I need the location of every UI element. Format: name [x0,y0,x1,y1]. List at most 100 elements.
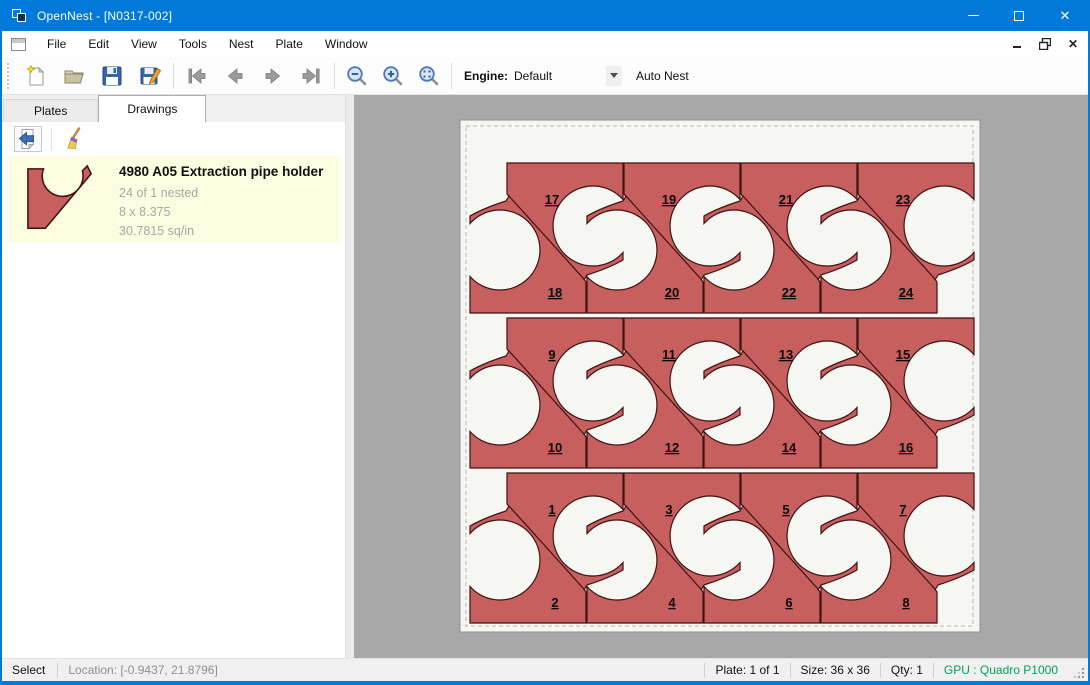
zoom-in-icon [382,65,404,87]
part-number-label: 7 [899,502,906,517]
close-icon: ✕ [1060,9,1071,22]
engine-dropdown[interactable]: Default [514,65,622,87]
part-number-label: 20 [665,285,679,300]
status-size: Size: 36 x 36 [791,663,880,677]
menu-item-tools[interactable]: Tools [168,33,218,55]
part-number-label: 17 [545,192,559,207]
auto-nest-button[interactable]: Auto Nest [636,69,689,83]
status-plate: Plate: 1 of 1 [705,663,789,677]
part-thumbnail [17,163,105,236]
menu-item-view[interactable]: View [120,33,168,55]
nest-drawing: 171819202122232491011121314151612345678 [354,95,1088,658]
first-plate-button[interactable] [178,61,216,91]
drawing-area: 30.7815 sq/in [119,222,323,241]
minimize-button[interactable] [950,0,996,31]
last-plate-button[interactable] [292,61,330,91]
part-number-label: 12 [665,440,679,455]
status-mode: Select [2,663,57,677]
new-document-button[interactable] [17,61,55,91]
drawing-title: 4980 A05 Extraction pipe holder [119,164,323,179]
previous-plate-button[interactable] [216,61,254,91]
drawing-size: 8 x 8.375 [119,203,323,222]
maximize-icon [1014,11,1024,21]
zoom-fit-icon [418,65,440,87]
part-number-label: 9 [548,347,555,362]
minimize-icon [968,15,979,16]
zoom-in-button[interactable] [375,61,411,91]
part-number-label: 16 [899,440,913,455]
part-number-label: 24 [899,285,914,300]
panel-tabs: PlatesDrawings [2,95,345,122]
app-icon [12,9,28,23]
toolbar-grip[interactable] [6,62,11,90]
mdi-restore-button[interactable] [1038,37,1052,51]
open-file-icon [63,65,85,87]
menu-item-file[interactable]: File [36,33,77,55]
toolbar-separator [451,63,452,89]
part-number-label: 13 [779,347,793,362]
status-location: Location: [-0.9437, 21.8796] [58,663,227,677]
menu-item-nest[interactable]: Nest [218,33,265,55]
mdi-document-icon[interactable] [11,38,26,51]
toolbar-separator [173,63,174,89]
drawing-nested-count: 24 of 1 nested [119,184,323,203]
save-as-button[interactable] [131,61,169,91]
status-gpu: GPU : Quadro P1000 [934,663,1068,677]
part-number-label: 22 [782,285,796,300]
drawings-toolbar [2,122,345,154]
next-plate-icon [262,65,284,87]
zoom-out-icon [346,65,368,87]
drawing-list-item[interactable]: 4980 A05 Extraction pipe holder 24 of 1 … [9,156,339,243]
send-to-drawing-icon [17,128,39,150]
maximize-button[interactable] [996,0,1042,31]
part-number-label: 10 [548,440,562,455]
status-qty: Qty: 1 [881,663,933,677]
menu-item-window[interactable]: Window [314,33,379,55]
open-file-button[interactable] [55,61,93,91]
zoom-fit-button[interactable] [411,61,447,91]
part-number-label: 14 [782,440,797,455]
first-plate-icon [186,65,208,87]
chevron-down-icon [610,73,618,78]
menu-item-edit[interactable]: Edit [77,33,120,55]
drawings-list: 4980 A05 Extraction pipe holder 24 of 1 … [2,154,345,658]
title-bar[interactable]: OpenNest - [N0317-002] ✕ [2,0,1088,31]
send-to-drawing-button[interactable] [14,126,42,152]
tab-drawings[interactable]: Drawings [98,95,206,122]
part-thumbnail-shape [18,164,104,236]
part-number-label: 4 [668,595,676,610]
panel-splitter[interactable] [345,95,354,658]
save-icon [101,65,123,87]
resize-grip[interactable] [1070,664,1086,680]
engine-value: Default [514,69,606,83]
next-plate-button[interactable] [254,61,292,91]
mdi-close-button[interactable]: ✕ [1066,37,1080,51]
broom-icon [62,127,86,151]
main-toolbar: Engine: Default Auto Nest [2,57,1088,95]
mdi-minimize-button[interactable] [1010,37,1024,51]
window-title: OpenNest - [N0317-002] [37,9,172,23]
panel-toolbar-separator [51,128,52,150]
save-button[interactable] [93,61,131,91]
tab-plates[interactable]: Plates [3,99,98,122]
zoom-out-button[interactable] [339,61,375,91]
save-as-icon [139,65,161,87]
part-number-label: 11 [662,347,676,362]
mdi-restore-icon [1039,38,1051,50]
status-bar: Select Location: [-0.9437, 21.8796] Plat… [2,658,1088,681]
part-number-label: 23 [896,192,910,207]
nest-canvas[interactable]: 171819202122232491011121314151612345678 [354,95,1088,658]
last-plate-icon [300,65,322,87]
part-number-label: 2 [551,595,558,610]
engine-dropdown-button[interactable] [606,66,622,86]
part-number-label: 8 [902,595,909,610]
part-number-label: 3 [665,502,672,517]
new-document-icon [25,65,47,87]
mdi-minimize-icon [1013,46,1021,48]
close-button[interactable]: ✕ [1042,0,1088,31]
menu-item-plate[interactable]: Plate [265,33,314,55]
menu-bar: FileEditViewToolsNestPlateWindow ✕ [2,31,1088,57]
part-number-label: 5 [782,502,789,517]
part-number-label: 21 [779,192,793,207]
clean-button[interactable] [60,126,88,152]
